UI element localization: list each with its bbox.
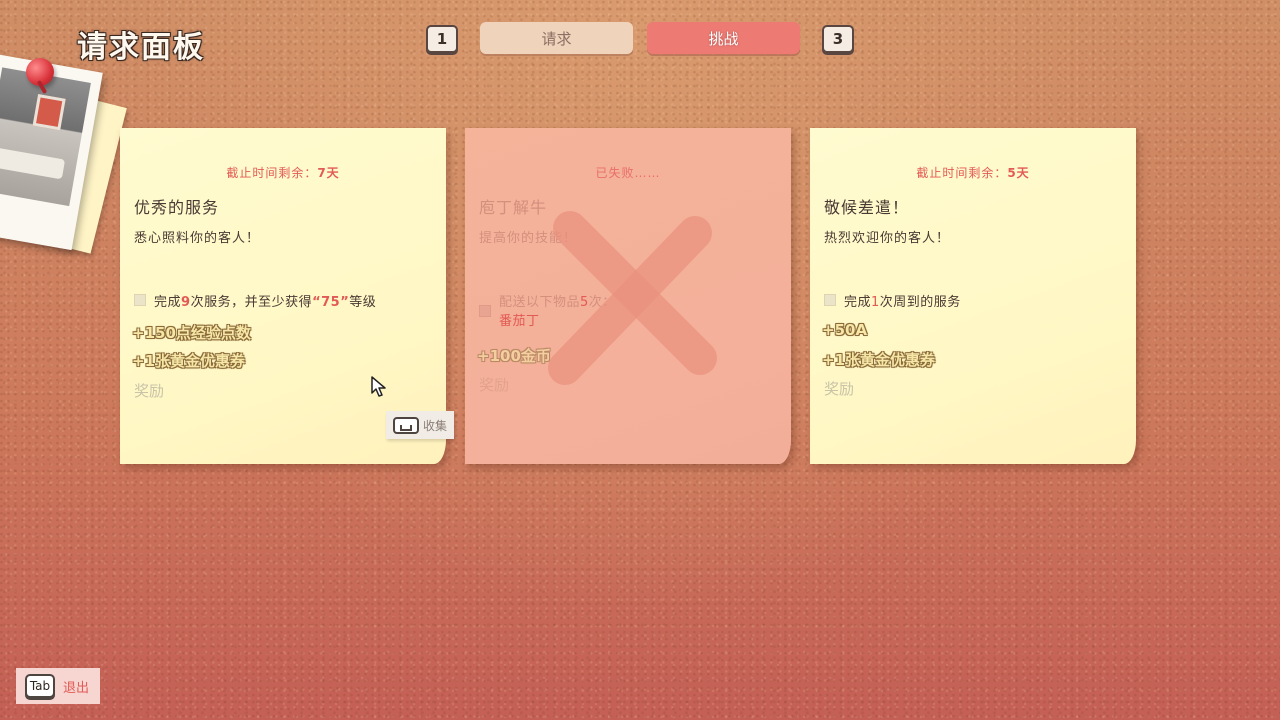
push-pin-icon (26, 58, 54, 86)
deadline-days: 5天 (1007, 166, 1030, 180)
collect-label: 收集 (422, 418, 447, 433)
reward-xp: +150点经验点数 (132, 324, 251, 342)
quest-description: 提高你的技能！ (479, 231, 578, 246)
task-checkbox (134, 294, 146, 306)
quest-title: 优秀的服务 (134, 198, 220, 217)
exit-label: 退出 (63, 680, 90, 696)
deadline-text: 截止时间剩余：5天 (916, 166, 1030, 180)
reward-label: 奖励 (824, 380, 855, 398)
next-tab-key[interactable]: 3 (822, 25, 854, 53)
task-item: 番茄丁 (499, 314, 540, 329)
quest-card-dissecting-ox[interactable]: 已失败…… 庖丁解牛 提高你的技能！ 配送以下物品5次： 番茄丁 +100金币 … (465, 128, 791, 464)
spacebar-key-icon (392, 416, 419, 434)
deadline-text: 截止时间剩余：7天 (226, 166, 340, 180)
reward-points: +50A (822, 321, 868, 339)
tab-key-icon: Tab (25, 674, 55, 698)
page-title: 请求面板 (77, 30, 205, 65)
reward-gold: +100金币 (477, 347, 551, 365)
quest-title: 庖丁解牛 (479, 198, 548, 217)
quest-description: 热烈欢迎你的客人！ (824, 231, 951, 246)
deadline-days: 7天 (317, 166, 340, 180)
quest-card-at-your-service[interactable]: 截止时间剩余：5天 敬候差遣！ 热烈欢迎你的客人！ 完成1次周到的服务 +50A… (810, 128, 1136, 464)
tab-challenges[interactable]: 挑战 (647, 22, 800, 54)
collect-button[interactable]: 收集 (386, 411, 454, 439)
task-checkbox (479, 305, 491, 317)
reward-coupon: +1张黄金优惠券 (132, 352, 246, 370)
reward-label: 奖励 (134, 382, 165, 400)
quest-description: 悉心照料你的客人！ (134, 231, 261, 246)
exit-button[interactable]: Tab 退出 (16, 668, 100, 704)
failed-status: 已失败…… (595, 166, 661, 180)
reward-coupon: +1张黄金优惠券 (822, 351, 936, 369)
task-checkbox (824, 294, 836, 306)
prev-tab-key[interactable]: 1 (426, 25, 458, 53)
task-objective: 完成1次周到的服务 (824, 291, 961, 310)
task-objective: 配送以下物品5次： 番茄丁 (479, 291, 616, 329)
quest-title: 敬候差遣！ (824, 198, 910, 217)
task-objective: 完成9次服务，并至少获得“75”等级 (134, 291, 376, 310)
reward-label: 奖励 (479, 376, 510, 394)
tab-requests[interactable]: 请求 (480, 22, 633, 54)
mouse-cursor-icon (371, 376, 386, 397)
